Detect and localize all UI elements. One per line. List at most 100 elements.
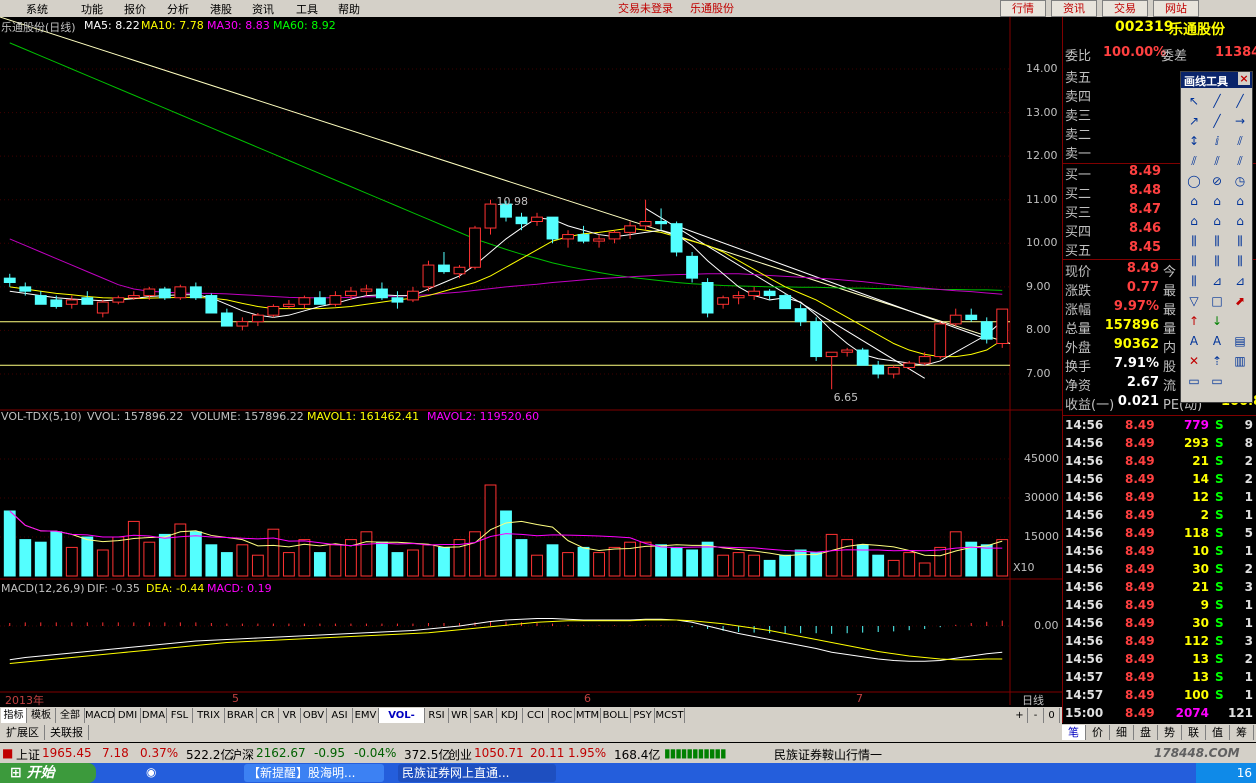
pointer-tool-icon[interactable]: ↖ <box>1185 92 1203 110</box>
indicator-tab[interactable]: BRAR <box>225 708 257 723</box>
candle[interactable] <box>918 356 931 364</box>
candle[interactable] <box>344 290 357 297</box>
indicator-tab[interactable]: CCI <box>523 708 549 723</box>
right-panel-tab[interactable]: 筹 <box>1230 725 1254 740</box>
arrow-line-icon[interactable]: ↗ <box>1185 112 1203 130</box>
fib-channel-icon[interactable]: ⫽ <box>1208 152 1226 170</box>
candle[interactable] <box>329 295 342 305</box>
indicator-tab[interactable]: VOL-TDX <box>379 708 425 736</box>
candle[interactable] <box>763 290 776 297</box>
candle[interactable] <box>143 288 156 297</box>
box-icon[interactable]: ⫼ <box>1185 272 1203 290</box>
indicator-tab[interactable]: TRIX <box>193 708 225 723</box>
candle[interactable] <box>934 323 947 358</box>
grid-icon[interactable]: ⫼ <box>1231 232 1249 250</box>
candle[interactable] <box>298 297 311 305</box>
candle[interactable] <box>841 349 854 353</box>
blank-icon[interactable] <box>1231 312 1249 330</box>
indicator-tab[interactable]: CR <box>257 708 279 723</box>
chart-area[interactable]: 乐通股份(日线) MA5: 8.22 MA10: 7.78 MA30: 8.83 MA6… <box>0 17 1062 707</box>
candle[interactable] <box>3 277 16 283</box>
chart-canvas[interactable] <box>0 17 1062 705</box>
indicator-tab[interactable]: RSI <box>425 708 449 723</box>
candle[interactable] <box>980 321 993 340</box>
gann-icon[interactable]: ⫽ <box>1231 152 1249 170</box>
down-triangle-icon[interactable]: ▽ <box>1185 292 1203 310</box>
indicator-tab[interactable]: SAR <box>471 708 497 723</box>
candle[interactable] <box>251 314 264 323</box>
top-button[interactable]: 网站 <box>1153 0 1199 17</box>
indicator-tab[interactable]: 模板 <box>27 708 56 723</box>
candle[interactable] <box>313 297 326 305</box>
candle[interactable] <box>81 297 94 305</box>
right-panel-tab[interactable]: 价 <box>1086 725 1110 740</box>
channel-icon[interactable]: ⫽ <box>1231 132 1249 150</box>
gann-fan-icon[interactable]: ⌂ <box>1185 212 1203 230</box>
vline-icon[interactable]: ↕ <box>1185 132 1203 150</box>
indicator-tab[interactable]: DMI <box>115 708 141 723</box>
candle[interactable] <box>422 264 435 288</box>
list-icon[interactable]: ▥ <box>1231 352 1249 370</box>
start-button[interactable]: ⊞ 开始 <box>0 763 96 783</box>
candle[interactable] <box>562 234 574 240</box>
candle[interactable] <box>872 364 885 375</box>
candle[interactable] <box>949 314 962 325</box>
fib-time-icon[interactable]: ⫼ <box>1185 232 1203 250</box>
calc-icon[interactable]: ▭ <box>1208 372 1226 390</box>
drawing-toolbox[interactable]: 画线工具 × ↖ ╱ ╱ ↗ ╱ → ↕ ⅈ ⫽ ⫽ ⫽ ⫽ ◯ ⊘ ◷ ⌂ ⌂ ⌂ ⌂ ⌂ ⌂ ⫼ ⫼ ⫼ ⫼ ⫼ ⫼ ⫼ ⊿ ⊿ ▽ □ ⬈… <box>1180 71 1253 403</box>
candle[interactable] <box>112 297 125 303</box>
zoom-control[interactable]: + <box>1012 708 1028 723</box>
candle[interactable] <box>639 221 652 227</box>
menu-item[interactable]: 资讯 <box>252 1 274 17</box>
parallel-icon[interactable]: ⫽ <box>1185 152 1203 170</box>
candle[interactable] <box>282 303 295 307</box>
sell-arrow-icon[interactable]: ↓ <box>1208 312 1226 330</box>
candle[interactable] <box>484 203 497 229</box>
cycle-line-icon[interactable]: ⫼ <box>1208 252 1226 270</box>
candle[interactable] <box>267 305 280 316</box>
right-panel-tab[interactable]: 笔 <box>1062 725 1086 740</box>
candle[interactable] <box>531 216 543 222</box>
candle[interactable] <box>220 312 233 327</box>
indicator-tab[interactable]: MACD <box>85 708 115 723</box>
ray-tool-icon[interactable]: ╱ <box>1231 92 1249 110</box>
taskbar-item-broker[interactable]: 民族证券网上直通... <box>398 764 556 782</box>
candle[interactable] <box>127 295 140 299</box>
right-panel-tab[interactable]: 盘 <box>1134 725 1158 740</box>
candle[interactable] <box>96 301 109 314</box>
candle[interactable] <box>903 362 916 368</box>
candle[interactable] <box>546 216 559 240</box>
zoom-control[interactable]: 0 <box>1044 708 1060 723</box>
menu-item[interactable]: 帮助 <box>338 1 360 17</box>
candle[interactable] <box>717 297 730 305</box>
ruler-icon[interactable]: ▭ <box>1185 372 1203 390</box>
time-zone-icon[interactable]: ⫼ <box>1208 232 1226 250</box>
buy-arrow-icon[interactable]: ↑ <box>1185 312 1203 330</box>
candle[interactable] <box>577 234 590 242</box>
period-icon[interactable]: ⌂ <box>1231 212 1249 230</box>
price-label-icon[interactable]: ⅈ <box>1208 132 1226 150</box>
candle[interactable] <box>174 286 187 299</box>
candle[interactable] <box>205 295 218 314</box>
candle[interactable] <box>887 366 900 375</box>
indicator-tab[interactable]: WR <box>449 708 471 723</box>
taskbar-item-forum[interactable]: 【新提醒】股海明... <box>244 764 384 782</box>
candle[interactable] <box>469 227 481 268</box>
menu-item[interactable]: 系统 <box>26 1 48 17</box>
fan-icon[interactable]: ⊿ <box>1231 272 1249 290</box>
candle[interactable] <box>453 266 466 275</box>
indicator-tab[interactable]: ROC <box>549 708 575 723</box>
candle[interactable] <box>996 308 1009 345</box>
candle[interactable] <box>856 349 869 366</box>
top-button[interactable]: 交易 <box>1102 0 1148 17</box>
menu-item[interactable]: 港股 <box>210 1 232 17</box>
right-panel-tab[interactable]: 联 <box>1182 725 1206 740</box>
candle[interactable] <box>19 286 32 292</box>
top-button[interactable]: 行情 <box>1000 0 1046 17</box>
ellipse-icon[interactable]: ⊘ <box>1208 172 1226 190</box>
indicator-tab[interactable]: MCST <box>655 708 685 723</box>
hline-icon[interactable]: → <box>1231 112 1249 130</box>
triangle-icon[interactable]: ⊿ <box>1208 272 1226 290</box>
indicator-tab[interactable]: BOLL <box>601 708 631 723</box>
table-icon[interactable]: ▤ <box>1231 332 1249 350</box>
